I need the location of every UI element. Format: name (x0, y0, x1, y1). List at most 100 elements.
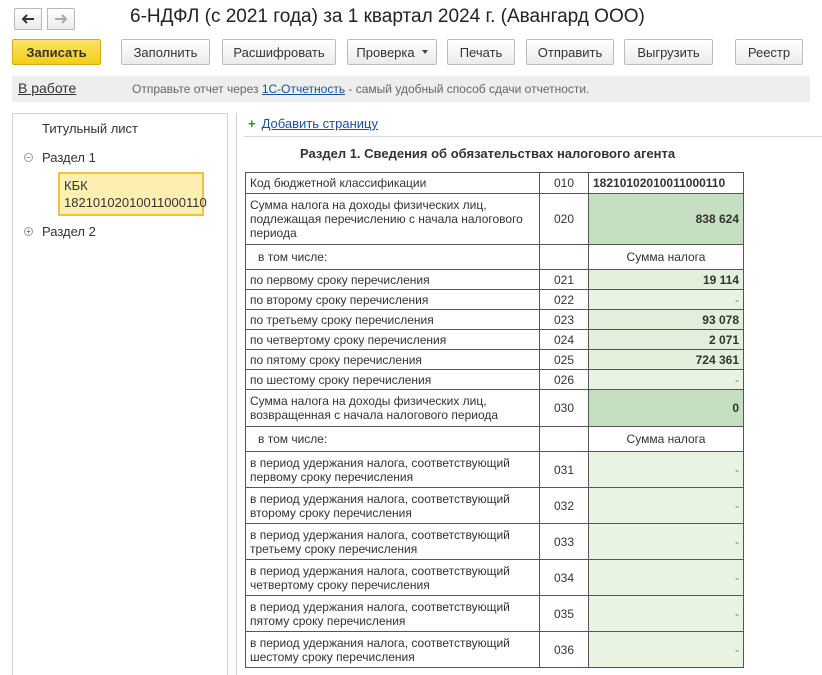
status-link[interactable]: В работе (18, 80, 76, 96)
tree-item-section1[interactable]: Раздел 1 (42, 150, 96, 165)
row-label: в период удержания налога, соответствующ… (245, 631, 540, 668)
back-button[interactable] (14, 8, 42, 30)
table-row: по пятому сроку перечисления 025 724 361 (245, 349, 744, 370)
row-code: 034 (539, 559, 589, 596)
table-subheader: в том числе: Сумма налога (245, 426, 744, 452)
collapse-icon[interactable]: − (24, 153, 33, 162)
amount-field[interactable]: 838 624 (588, 193, 744, 245)
status-bar: В работе Отправьте отчет через 1С-Отчетн… (12, 76, 810, 102)
registry-button[interactable]: Реестр (735, 39, 803, 65)
row-label: по шестому сроку перечисления (245, 369, 540, 390)
row-code: 020 (539, 193, 589, 245)
row-label: по третьему сроку перечисления (245, 309, 540, 330)
tree-item-kbk[interactable]: КБК 18210102010011000110 (58, 172, 207, 216)
amount-field[interactable]: 0 (588, 389, 744, 427)
amount-field[interactable]: - (588, 595, 744, 632)
decode-button[interactable]: Расшифровать (222, 39, 336, 65)
row-label: по четвертому сроку перечисления (245, 329, 540, 350)
amount-field[interactable]: 2 071 (588, 329, 744, 350)
table-row: по второму сроку перечисления 022 - (245, 289, 744, 310)
table-row: в период удержания налога, соответствующ… (245, 631, 744, 668)
row-code: 021 (539, 269, 589, 290)
table-row: по третьему сроку перечисления 023 93 07… (245, 309, 744, 330)
amount-field[interactable]: 724 361 (588, 349, 744, 370)
add-page-link[interactable]: + Добавить страницу (248, 116, 378, 131)
table-row: в период удержания налога, соответствующ… (245, 595, 744, 632)
section-tree: Титульный лист − Раздел 1 КБК 1821010201… (12, 113, 228, 675)
row-label: Код бюджетной классификации (245, 172, 540, 194)
status-hint-prefix: Отправьте отчет через (132, 82, 262, 96)
amount-field[interactable]: 93 078 (588, 309, 744, 330)
section-title: Раздел 1. Сведения об обязательствах нал… (300, 146, 676, 161)
table-subheader: в том числе: Сумма налога (245, 244, 744, 270)
table-row: по четвертому сроку перечисления 024 2 0… (245, 329, 744, 350)
send-button[interactable]: Отправить (526, 39, 614, 65)
subheader-column: Сумма налога (588, 426, 744, 452)
row-label: в период удержания налога, соответствующ… (245, 559, 540, 596)
row-code: 033 (539, 523, 589, 560)
plus-icon: + (248, 116, 256, 131)
check-dropdown-button[interactable]: Проверка (347, 39, 437, 65)
arrow-left-icon (21, 14, 34, 24)
subheader-label: в том числе: (245, 426, 540, 452)
amount-field[interactable]: - (588, 369, 744, 390)
row-label: Сумма налога на доходы физических лиц, в… (245, 389, 540, 427)
print-button[interactable]: Печать (447, 39, 515, 65)
kbk-label: КБК (64, 178, 88, 193)
row-code: 036 (539, 631, 589, 668)
amount-field[interactable]: - (588, 451, 744, 488)
table-row: по шестому сроку перечисления 026 - (245, 369, 744, 390)
amount-field[interactable]: - (588, 523, 744, 560)
panel-divider (236, 113, 237, 675)
row-label: по первому сроку перечисления (245, 269, 540, 290)
row-label: по второму сроку перечисления (245, 289, 540, 310)
row-code: 031 (539, 451, 589, 488)
table-row: в период удержания налога, соответствующ… (245, 523, 744, 560)
row-label: в период удержания налога, соответствующ… (245, 523, 540, 560)
arrow-right-icon (55, 14, 68, 24)
forward-button[interactable] (47, 8, 75, 30)
add-page-label: Добавить страницу (261, 116, 378, 131)
row-label: в период удержания налога, соответствующ… (245, 595, 540, 632)
status-hint-suffix: - самый удобный способ сдачи отчетности. (345, 82, 590, 96)
window-title: 6-НДФЛ (с 2021 года) за 1 квартал 2024 г… (130, 6, 645, 27)
table-row: в период удержания налога, соответствующ… (245, 451, 744, 488)
tree-item-title-page[interactable]: Титульный лист (42, 121, 138, 136)
row-code: 035 (539, 595, 589, 632)
row-code: 032 (539, 487, 589, 524)
row-code: 026 (539, 369, 589, 390)
check-button-label: Проверка (356, 44, 415, 60)
amount-field[interactable]: - (588, 631, 744, 668)
fill-button[interactable]: Заполнить (121, 39, 210, 65)
row-code: 024 (539, 329, 589, 350)
row-label: в период удержания налога, соответствующ… (245, 487, 540, 524)
table-row: Сумма налога на доходы физических лиц, п… (245, 193, 744, 245)
1c-reporting-link[interactable]: 1С-Отчетность (262, 82, 345, 96)
amount-field[interactable]: - (588, 487, 744, 524)
export-button[interactable]: Выгрузить (624, 39, 713, 65)
subheader-column: Сумма налога (588, 244, 744, 270)
row-label: в период удержания налога, соответствующ… (245, 451, 540, 488)
table-row: по первому сроку перечисления 021 19 114 (245, 269, 744, 290)
row-label: Сумма налога на доходы физических лиц, п… (245, 193, 540, 245)
chevron-down-icon (421, 50, 428, 54)
amount-field[interactable]: - (588, 559, 744, 596)
subheader-spacer (539, 426, 589, 452)
expand-icon[interactable]: + (24, 227, 33, 236)
tree-item-section2[interactable]: Раздел 2 (42, 224, 96, 239)
save-button[interactable]: Записать (12, 39, 101, 65)
section1-table: Код бюджетной классификации 010 18210102… (245, 172, 744, 668)
row-code: 025 (539, 349, 589, 370)
table-row: Сумма налога на доходы физических лиц, в… (245, 389, 744, 427)
table-row: Код бюджетной классификации 010 18210102… (245, 172, 744, 194)
amount-field[interactable]: - (588, 289, 744, 310)
amount-field[interactable]: 19 114 (588, 269, 744, 290)
status-hint: Отправьте отчет через 1С-Отчетность - са… (132, 82, 589, 96)
row-code: 023 (539, 309, 589, 330)
kbk-value: 18210102010011000110 (64, 195, 207, 210)
row-code: 010 (539, 172, 589, 194)
row-code: 022 (539, 289, 589, 310)
table-row: в период удержания налога, соответствующ… (245, 559, 744, 596)
kbk-field[interactable]: 18210102010011000110 (588, 172, 744, 194)
subheader-spacer (539, 244, 589, 270)
